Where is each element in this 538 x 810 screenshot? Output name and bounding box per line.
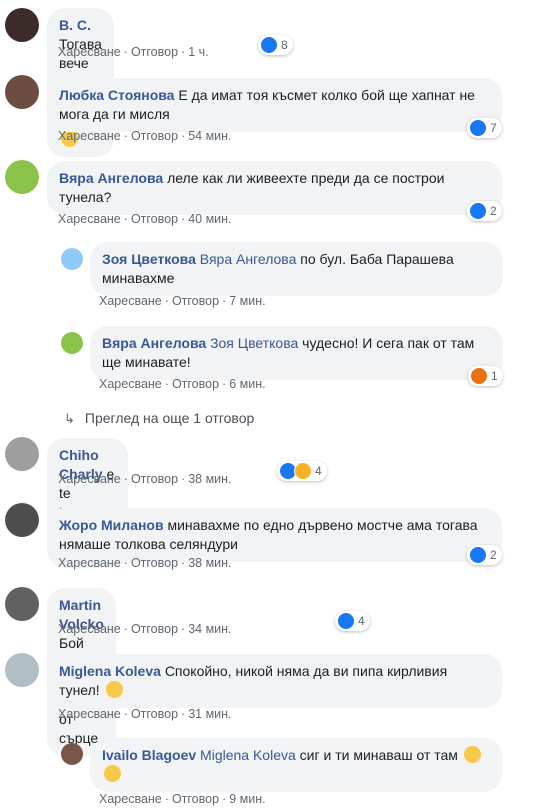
comment-actions: Харесване · Отговор · 38 мин. — [58, 556, 232, 570]
like-reaction-icon — [469, 202, 487, 220]
tears-of-joy-emoji-icon — [104, 765, 121, 782]
haha-reaction-icon — [294, 462, 312, 480]
tears-of-joy-emoji-icon — [463, 746, 481, 763]
comment-actions: Харесване · Отговор · 9 мин. — [99, 792, 266, 806]
avatar[interactable] — [5, 75, 39, 109]
like-reaction-icon — [260, 36, 278, 54]
like-link[interactable]: Харесване — [58, 45, 121, 59]
comment-author[interactable]: Miglena Koleva — [59, 663, 161, 679]
timestamp[interactable]: 54 мин. — [188, 129, 231, 143]
reply-link[interactable]: Отговор — [172, 377, 219, 391]
comment-bubble: Любка Стоянова Е да имат тоя късмет колк… — [47, 78, 502, 132]
like-link[interactable]: Харесване — [58, 129, 121, 143]
timestamp[interactable]: 7 мин. — [229, 294, 265, 308]
avatar[interactable] — [5, 160, 39, 194]
comment-author[interactable]: Любка Стоянова — [59, 87, 174, 103]
comment-author[interactable]: Жоро Миланов — [59, 517, 164, 533]
like-reaction-icon — [469, 546, 487, 564]
comment-bubble: Вяра Ангелова Зоя Цветкова чудесно! И се… — [90, 326, 503, 380]
comment-actions: Харесване · Отговор · 54 мин. — [58, 129, 232, 143]
comment-bubble: Жоро Миланов минавахме по едно дървено м… — [47, 508, 502, 562]
timestamp[interactable]: 40 мин. — [188, 212, 231, 226]
reply-link[interactable]: Отговор — [131, 472, 178, 486]
avatar[interactable] — [5, 437, 39, 471]
comment-actions: Харесване · Отговор · 7 мин. — [99, 294, 266, 308]
reply-arrow-icon: ↳ — [64, 411, 75, 426]
comment-actions: Харесване · Отговор · 1 ч. — [58, 45, 209, 59]
reaction-count[interactable]: 7 — [467, 118, 502, 138]
like-link[interactable]: Харесване — [58, 622, 121, 636]
timestamp[interactable]: 34 мин. — [188, 622, 231, 636]
avatar[interactable] — [61, 248, 83, 270]
avatar[interactable] — [5, 653, 39, 687]
reaction-count[interactable]: 1 — [468, 366, 503, 386]
comment-actions: Харесване · Отговор · 38 мин. — [58, 472, 232, 486]
reaction-count[interactable]: 2 — [467, 545, 502, 565]
mention-link[interactable]: Зоя Цветкова — [210, 335, 298, 351]
reply-link[interactable]: Отговор — [131, 212, 178, 226]
reply-link[interactable]: Отговор — [131, 45, 178, 59]
reply-link[interactable]: Отговор — [131, 129, 178, 143]
timestamp[interactable]: 38 мин. — [188, 556, 231, 570]
timestamp[interactable]: 6 мин. — [229, 377, 265, 391]
timestamp[interactable]: 31 мин. — [188, 707, 231, 721]
mention-link[interactable]: Miglena Koleva — [200, 747, 296, 763]
comment-author[interactable]: Вяра Ангелова — [102, 335, 206, 351]
comment-author[interactable]: Вяра Ангелова — [59, 170, 163, 186]
avatar[interactable] — [5, 503, 39, 537]
reaction-count[interactable]: 4 — [335, 611, 370, 631]
angry-reaction-icon — [470, 367, 488, 385]
avatar[interactable] — [5, 587, 39, 621]
timestamp[interactable]: 1 ч. — [188, 45, 208, 59]
winking-emoji-icon — [105, 681, 123, 698]
like-reaction-icon — [337, 612, 355, 630]
reply-link[interactable]: Отговор — [131, 707, 178, 721]
reaction-count[interactable]: 2 — [467, 201, 502, 221]
comment-text: сиг и ти минаваш от там — [299, 747, 458, 763]
like-link[interactable]: Харесване — [99, 377, 162, 391]
like-link[interactable]: Харесване — [58, 212, 121, 226]
mention-link[interactable]: Вяра Ангелова — [200, 251, 297, 267]
like-link[interactable]: Харесване — [99, 792, 162, 806]
reply-link[interactable]: Отговор — [131, 622, 178, 636]
comment-bubble: Зоя Цветкова Вяра Ангелова по бул. Баба … — [90, 242, 503, 296]
comment-author[interactable]: Зоя Цветкова — [102, 251, 196, 267]
reaction-count[interactable]: 4 — [277, 461, 327, 481]
reply-link[interactable]: Отговор — [172, 294, 219, 308]
comment-bubble: Вяра Ангелова леле как ли живеехте преди… — [47, 161, 502, 215]
comment-author[interactable]: В. С. — [59, 17, 91, 33]
comment-author[interactable]: Ivailo Blagoev — [102, 747, 196, 763]
like-link[interactable]: Харесване — [58, 707, 121, 721]
like-link[interactable]: Харесване — [58, 472, 121, 486]
comment-actions: Харесване · Отговор · 40 мин. — [58, 212, 232, 226]
like-link[interactable]: Харесване — [58, 556, 121, 570]
reply-link[interactable]: Отговор — [131, 556, 178, 570]
reply-link[interactable]: Отговор — [172, 792, 219, 806]
comment-actions: Харесване · Отговор · 31 мин. — [58, 707, 232, 721]
timestamp[interactable]: 38 мин. — [188, 472, 231, 486]
comment-bubble: Ivailo Blagoev Miglena Koleva сиг и ти м… — [90, 738, 502, 792]
like-link[interactable]: Харесване — [99, 294, 162, 308]
avatar[interactable] — [61, 332, 83, 354]
avatar[interactable] — [61, 743, 83, 765]
comment-actions: Харесване · Отговор · 6 мин. — [99, 377, 266, 391]
avatar[interactable] — [5, 8, 39, 42]
like-reaction-icon — [469, 119, 487, 137]
view-more-replies-link[interactable]: ↳ Преглед на още 1 отговор — [64, 410, 254, 427]
timestamp[interactable]: 9 мин. — [229, 792, 265, 806]
reaction-count[interactable]: 8 — [258, 35, 293, 55]
comment-bubble: Miglena Koleva Спокойно, никой няма да в… — [47, 654, 502, 708]
comment-actions: Харесване · Отговор · 34 мин. — [58, 622, 232, 636]
